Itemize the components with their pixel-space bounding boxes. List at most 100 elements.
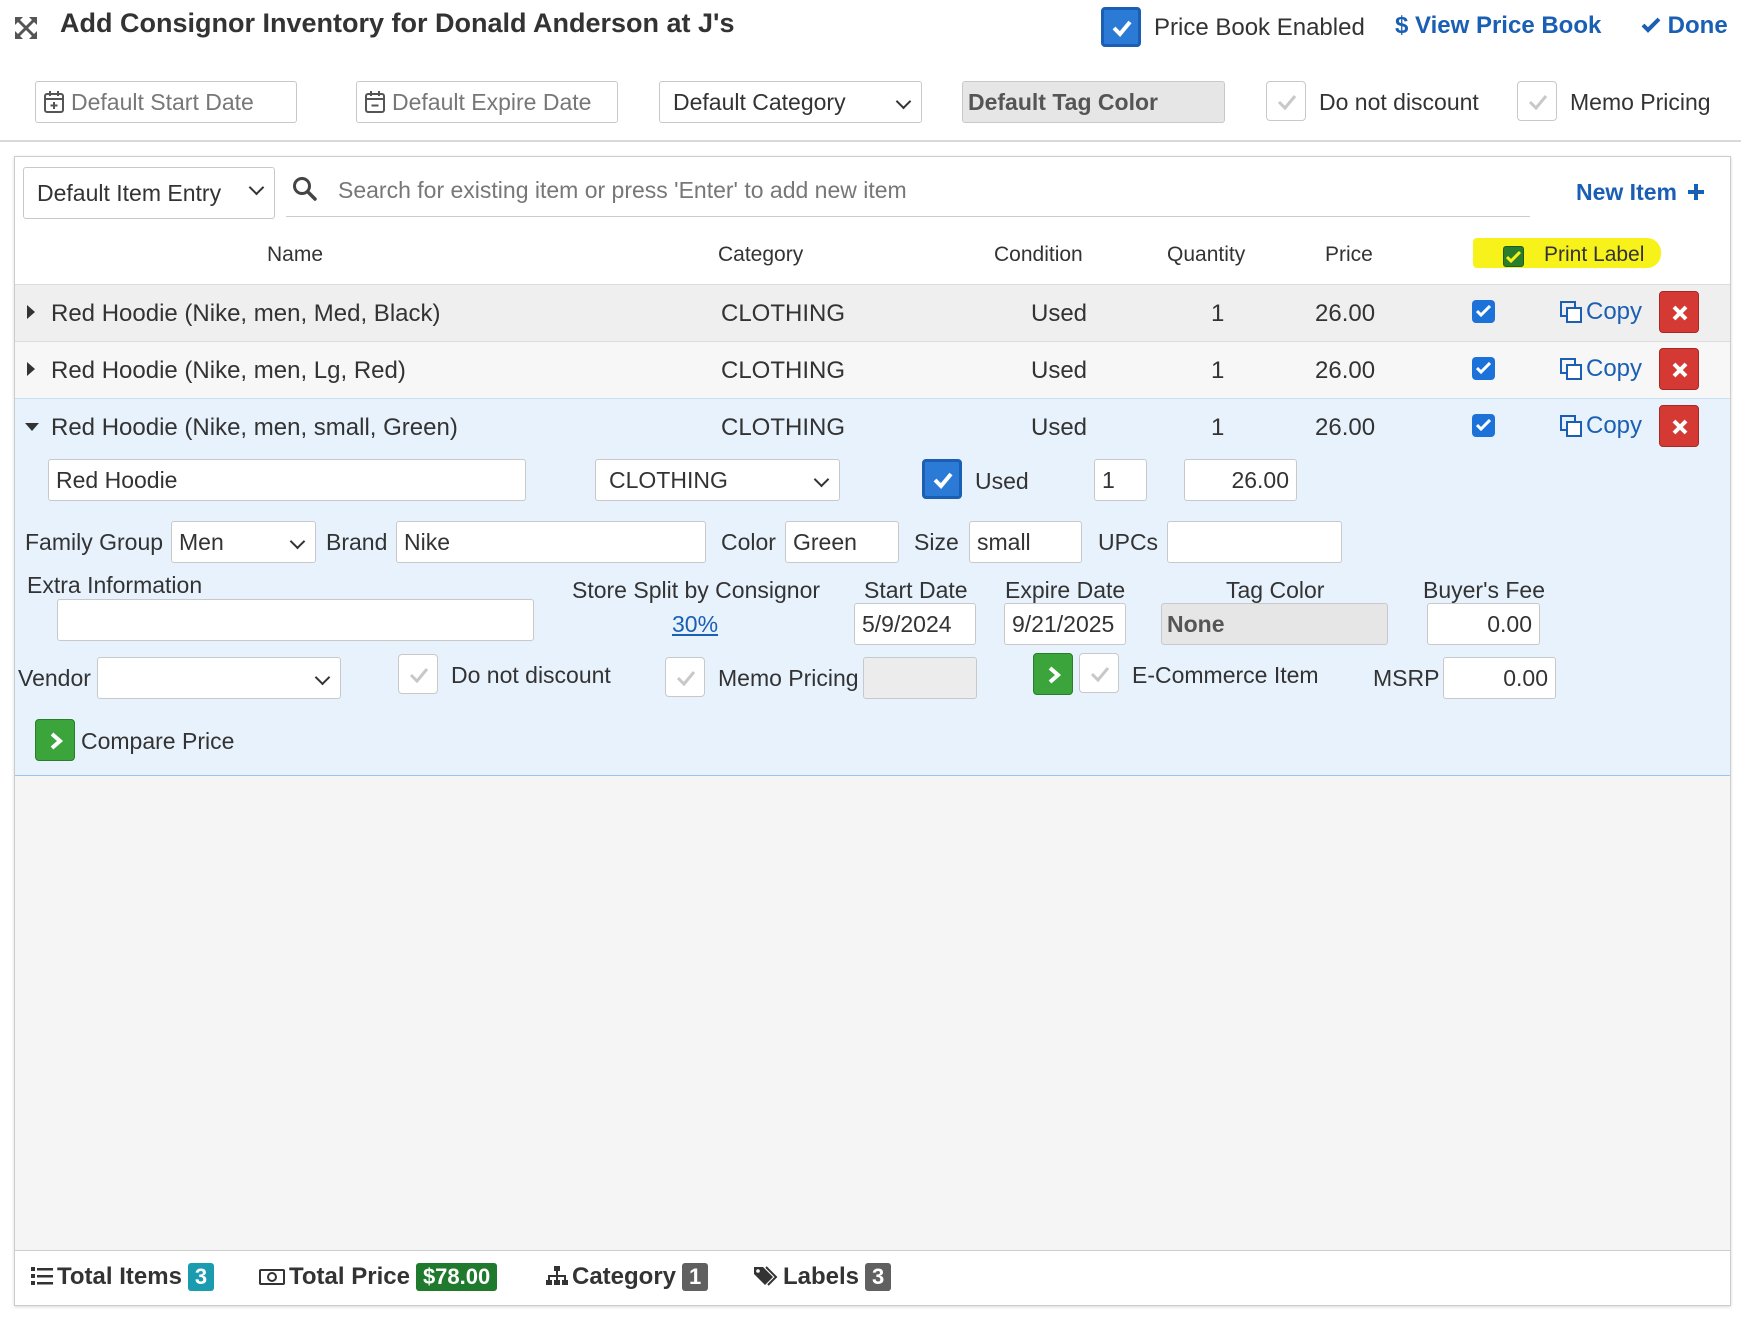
tags-icon: [754, 1266, 778, 1286]
print-label-checkbox[interactable]: [1472, 300, 1495, 323]
caret-right-icon[interactable]: [27, 362, 35, 376]
print-label-all-checkbox[interactable]: [1503, 246, 1524, 267]
sitemap-icon: [546, 1266, 568, 1285]
start-date-input[interactable]: 5/9/2024: [854, 603, 976, 645]
column-header-condition[interactable]: Condition: [994, 243, 1083, 267]
msrp-input[interactable]: 0.00: [1443, 657, 1556, 699]
new-item-button[interactable]: New Item: [1576, 179, 1705, 206]
caret-down-icon[interactable]: [25, 423, 39, 431]
start-date-label: Start Date: [864, 577, 968, 603]
chevron-right-icon: [1048, 666, 1062, 684]
checkmark-icon: [1506, 250, 1521, 264]
vendor-select[interactable]: [97, 657, 341, 699]
copy-button[interactable]: Copy: [1560, 412, 1642, 440]
default-memo-pricing-checkbox[interactable]: [1517, 81, 1557, 121]
memo-pricing-input: [863, 657, 977, 699]
labels-badge: 3: [865, 1263, 892, 1291]
store-split-label: Store Split by Consignor: [572, 577, 821, 603]
ecommerce-go-button[interactable]: [1033, 653, 1073, 695]
checkmark-icon: [933, 472, 953, 489]
default-expire-date-input[interactable]: Default Expire Date: [356, 81, 618, 123]
caret-right-icon[interactable]: [27, 305, 35, 319]
delete-button[interactable]: [1659, 291, 1699, 333]
compare-price-button[interactable]: [35, 719, 75, 761]
upcs-label: UPCs: [1098, 529, 1159, 555]
row-price: 26.00: [1315, 300, 1376, 327]
size-input[interactable]: small: [969, 521, 1082, 563]
column-header-quantity[interactable]: Quantity: [1167, 243, 1245, 267]
column-header-name[interactable]: Name: [267, 243, 323, 267]
search-input[interactable]: Search for existing item or press 'Enter…: [338, 177, 907, 204]
total-price-badge: $78.00: [415, 1263, 498, 1291]
memo-pricing-label: Memo Pricing: [718, 665, 859, 691]
row-name: Red Hoodie (Nike, men, Lg, Red): [51, 357, 406, 384]
table-row-expanded[interactable]: Red Hoodie (Nike, men, small, Green) CLO…: [15, 398, 1730, 455]
expire-date-label: Expire Date: [1005, 577, 1126, 603]
memo-pricing-checkbox[interactable]: [665, 657, 705, 697]
column-header-category[interactable]: Category: [718, 243, 803, 267]
default-start-date-input[interactable]: Default Start Date: [35, 81, 297, 123]
copy-button[interactable]: Copy: [1560, 298, 1642, 326]
row-category: CLOTHING: [721, 414, 846, 441]
search-underline: [286, 216, 1530, 217]
row-name: Red Hoodie (Nike, men, small, Green): [51, 414, 458, 441]
calendar-minus-icon: [365, 91, 385, 113]
column-header-price[interactable]: Price: [1325, 243, 1373, 267]
item-price-input[interactable]: 26.00: [1184, 459, 1297, 501]
row-category: CLOTHING: [721, 357, 846, 384]
buyers-fee-input[interactable]: 0.00: [1427, 603, 1540, 645]
view-price-book-link[interactable]: $ View Price Book: [1395, 12, 1601, 40]
table-row[interactable]: Red Hoodie (Nike, men, Med, Black) CLOTH…: [15, 284, 1730, 341]
item-quantity-input[interactable]: 1: [1094, 459, 1147, 501]
delete-button[interactable]: [1659, 348, 1699, 390]
copy-icon: [1560, 415, 1582, 437]
item-entry-mode-select[interactable]: Default Item Entry: [23, 167, 275, 219]
checkmark-icon: [1277, 95, 1297, 111]
do-not-discount-checkbox[interactable]: [398, 654, 438, 694]
brand-input[interactable]: Nike: [396, 521, 706, 563]
category-badge: 1: [682, 1263, 709, 1291]
item-category-select[interactable]: CLOTHING: [595, 459, 840, 501]
ecommerce-item-label: E-Commerce Item: [1132, 662, 1319, 688]
default-do-not-discount-label: Do not discount: [1319, 89, 1479, 115]
done-button[interactable]: Done: [1641, 12, 1728, 40]
print-label-checkbox[interactable]: [1472, 414, 1495, 437]
condition-used-checkbox[interactable]: [922, 459, 962, 499]
page-title: Add Consignor Inventory for Donald Ander…: [60, 8, 735, 38]
copy-button[interactable]: Copy: [1560, 355, 1642, 383]
compare-price-label[interactable]: Compare Price: [81, 728, 234, 755]
expire-date-input[interactable]: 9/21/2025: [1004, 603, 1126, 645]
item-name-input[interactable]: Red Hoodie: [48, 459, 526, 501]
row-price: 26.00: [1315, 357, 1376, 384]
default-do-not-discount-checkbox[interactable]: [1266, 81, 1306, 121]
table-row[interactable]: Red Hoodie (Nike, men, Lg, Red) CLOTHING…: [15, 341, 1730, 398]
family-group-select[interactable]: Men: [171, 521, 316, 563]
ecommerce-item-checkbox[interactable]: [1079, 653, 1119, 693]
extra-info-label: Extra Information: [27, 572, 203, 598]
checkmark-icon: [409, 668, 429, 684]
checkmark-icon: [1476, 362, 1491, 375]
delete-button[interactable]: [1659, 405, 1699, 447]
default-category-select[interactable]: Default Category: [659, 81, 922, 123]
checkmark-icon: [676, 671, 696, 687]
times-icon: [1672, 419, 1688, 435]
condition-used-label: Used: [975, 468, 1029, 494]
copy-icon: [1560, 358, 1582, 380]
upcs-input[interactable]: [1167, 521, 1342, 563]
row-name: Red Hoodie (Nike, men, Med, Black): [51, 300, 441, 327]
row-condition: Used: [1031, 357, 1088, 384]
default-tag-color-button[interactable]: Default Tag Color: [962, 81, 1225, 123]
price-book-enabled-label: Price Book Enabled: [1154, 14, 1365, 41]
color-label: Color: [721, 529, 776, 555]
print-label-checkbox[interactable]: [1472, 357, 1495, 380]
price-book-enabled-checkbox[interactable]: [1101, 7, 1141, 47]
checkmark-icon: [1476, 305, 1491, 318]
total-items-summary: Total Items 3: [31, 1263, 215, 1291]
store-split-link[interactable]: 30%: [672, 611, 718, 638]
tag-color-button[interactable]: None: [1161, 603, 1388, 645]
color-input[interactable]: Green: [785, 521, 899, 563]
extra-info-input[interactable]: [57, 599, 534, 641]
category-summary: Category 1: [546, 1263, 709, 1291]
summary-footer: Total Items 3 Total Price $78.00 Category 1…: [15, 1250, 1730, 1305]
expand-arrows-icon[interactable]: [14, 16, 38, 40]
